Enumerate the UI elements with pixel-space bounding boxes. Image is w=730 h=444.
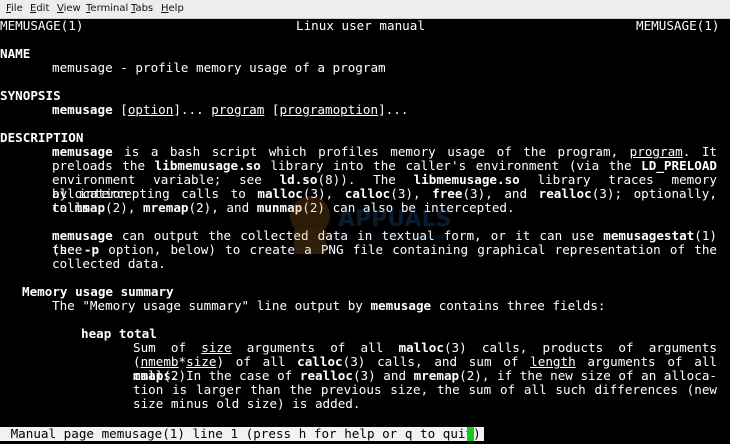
menu-tabs[interactable]: Tabs [131, 3, 153, 14]
synopsis-line: memusage [option]... program [programopt… [52, 102, 409, 117]
synopsis-option: option [127, 102, 174, 117]
terminal-cursor [467, 427, 474, 441]
synopsis-programoption: programoption [279, 102, 379, 117]
menu-help[interactable]: Help [161, 3, 184, 14]
man-header-center: Linux user manual [296, 18, 425, 33]
synopsis-program: program [211, 102, 265, 117]
menu-edit[interactable]: Edit [30, 3, 49, 14]
description-p2-line3: collected data. [52, 256, 166, 271]
name-description: memusage - profile memory usage of a pro… [52, 60, 386, 75]
name-heading: NAME [0, 46, 31, 61]
terminal-screen[interactable]: MEMUSAGE(1) Linux user manual MEMUSAGE(1… [0, 18, 730, 444]
heap-total-line5: size minus old size) is added. [133, 396, 361, 411]
description-p1-line5: to mmap(2), mremap(2), and munmap(2) can… [52, 200, 515, 215]
man-header-right: MEMUSAGE(1) [636, 18, 720, 33]
menu-view[interactable]: View [57, 3, 81, 14]
menu-terminal[interactable]: Terminal [86, 3, 128, 14]
menu-bar: File Edit View Terminal Tabs Help [0, 0, 730, 19]
menu-file[interactable]: File [6, 3, 23, 14]
summary-intro: The "Memory usage summary" line output b… [52, 298, 606, 313]
man-header-left: MEMUSAGE(1) [0, 18, 84, 33]
synopsis-command: memusage [52, 102, 113, 117]
pager-status-line: Manual page memusage(1) line 1 (press h … [0, 426, 484, 441]
